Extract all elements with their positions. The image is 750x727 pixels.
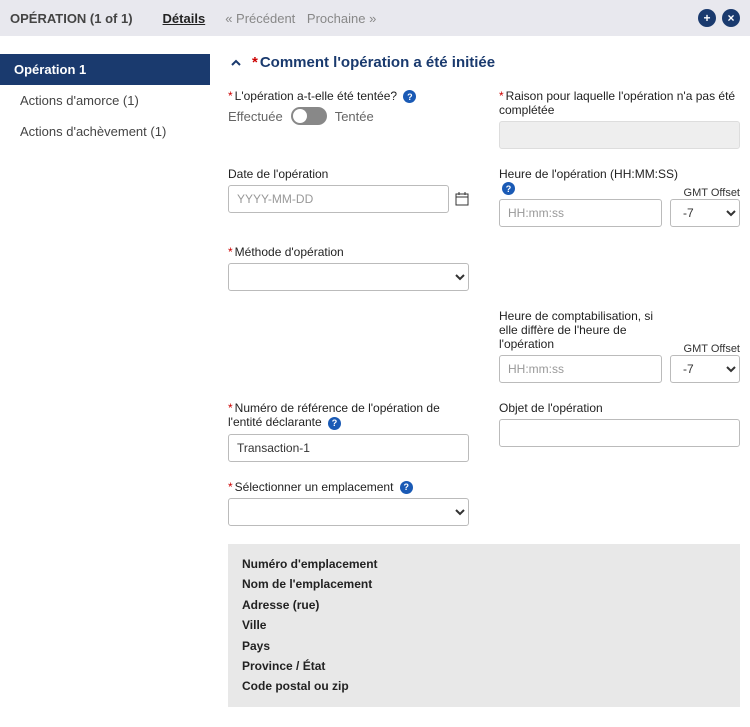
location-label: *Sélectionner un emplacement ? <box>228 480 469 494</box>
reason-label: *Raison pour laquelle l'opération n'a pa… <box>499 89 740 117</box>
location-select[interactable] <box>228 498 469 526</box>
location-prov: Province / État <box>242 656 726 676</box>
location-zip: Code postal ou zip <box>242 676 726 696</box>
purpose-label: Objet de l'opération <box>499 401 740 415</box>
ref-input[interactable] <box>228 434 469 462</box>
sidebar-item-start-actions[interactable]: Actions d'amorce (1) <box>0 85 210 116</box>
help-icon[interactable]: ? <box>502 182 515 195</box>
help-icon[interactable]: ? <box>328 417 341 430</box>
toggle-right-label: Tentée <box>335 109 374 124</box>
topbar: OPÉRATION (1 of 1) Détails « Précédent P… <box>0 0 750 36</box>
collapse-icon[interactable] <box>228 55 244 71</box>
help-icon[interactable]: ? <box>403 90 416 103</box>
attempted-label: *L'opération a-t-elle été tentée? ? <box>228 89 469 103</box>
location-addr: Adresse (rue) <box>242 595 726 615</box>
section-header: *Comment l'opération a été initiée <box>228 54 740 71</box>
gmt2-select[interactable]: -7 <box>670 355 740 383</box>
section-title: Comment l'opération a été initiée <box>260 54 495 71</box>
help-icon[interactable]: ? <box>400 481 413 494</box>
topbar-nav: « Précédent Prochaine » <box>225 11 384 26</box>
gmt-label-2: GMT Offset <box>684 343 740 355</box>
gmt-label: GMT Offset <box>684 187 740 199</box>
location-country: Pays <box>242 636 726 656</box>
time-input[interactable] <box>499 199 662 227</box>
date-input[interactable] <box>228 185 449 213</box>
topbar-title: OPÉRATION (1 of 1) <box>10 11 133 26</box>
location-num: Numéro d'emplacement <box>242 554 726 574</box>
toggle-left-label: Effectuée <box>228 109 283 124</box>
posting-time-label: Heure de comptabilisation, si elle diffè… <box>499 309 669 351</box>
reason-field <box>499 121 740 149</box>
time-label: Heure de l'opération (HH:MM:SS) ? <box>499 167 684 195</box>
details-link[interactable]: Détails <box>163 11 206 26</box>
next-link[interactable]: Prochaine » <box>307 11 376 26</box>
gmt-select[interactable]: -7 <box>670 199 740 227</box>
location-name: Nom de l'emplacement <box>242 574 726 594</box>
close-icon[interactable]: × <box>722 9 740 27</box>
posting-time-input[interactable] <box>499 355 662 383</box>
purpose-input[interactable] <box>499 419 740 447</box>
location-city: Ville <box>242 615 726 635</box>
calendar-icon[interactable] <box>455 192 469 206</box>
add-icon[interactable]: + <box>698 9 716 27</box>
sidebar-item-completion-actions[interactable]: Actions d'achèvement (1) <box>0 116 210 147</box>
attempted-toggle[interactable] <box>291 107 327 125</box>
method-label: *Méthode d'opération <box>228 245 469 259</box>
main-content: *Comment l'opération a été initiée *L'op… <box>210 36 750 727</box>
sidebar: Opération 1 Actions d'amorce (1) Actions… <box>0 36 210 727</box>
method-select[interactable] <box>228 263 469 291</box>
ref-label: *Numéro de référence de l'opération de l… <box>228 401 469 429</box>
location-info-box: Numéro d'emplacement Nom de l'emplacemen… <box>228 544 740 707</box>
sidebar-item-operation-1[interactable]: Opération 1 <box>0 54 210 85</box>
prev-link[interactable]: « Précédent <box>225 11 295 26</box>
date-label: Date de l'opération <box>228 167 469 181</box>
